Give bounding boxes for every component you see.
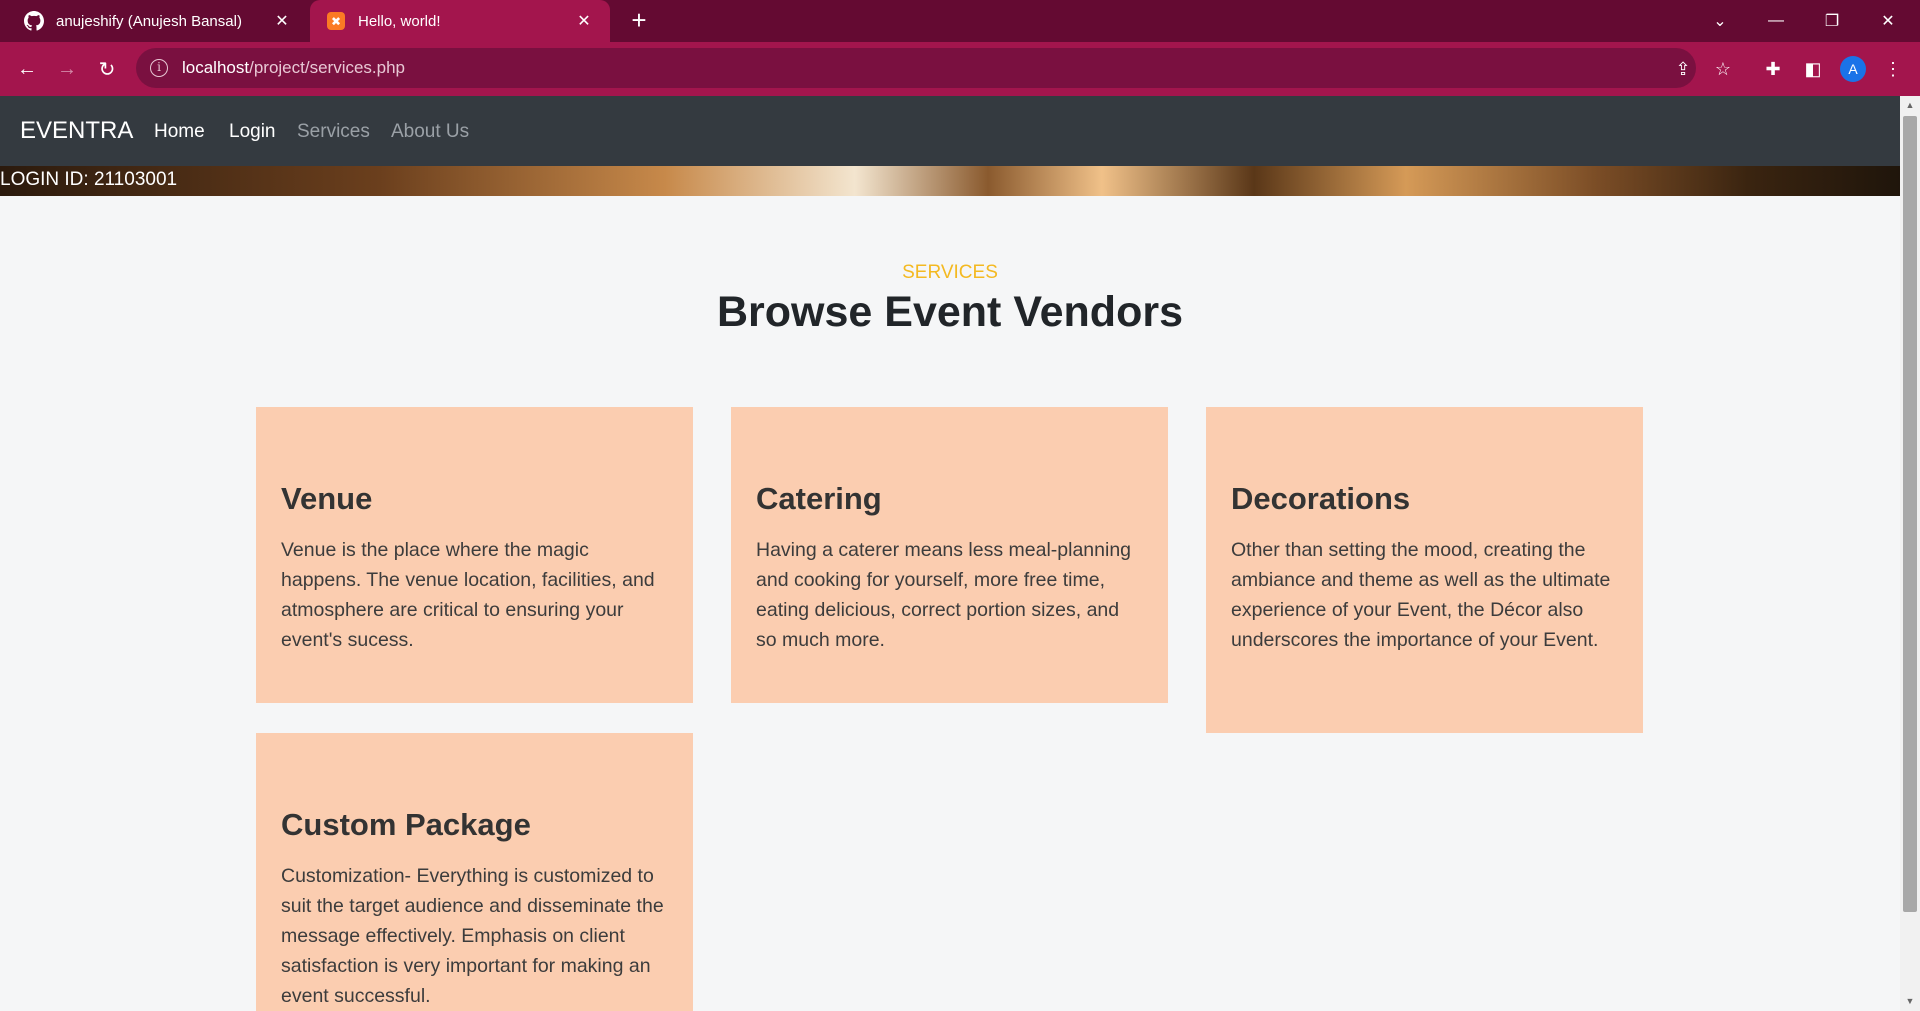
profile-avatar[interactable]: A	[1838, 54, 1868, 84]
nav-about-us[interactable]: About Us	[391, 121, 469, 143]
scroll-up-arrow-icon[interactable]: ▲	[1903, 98, 1917, 112]
new-tab-button[interactable]: +	[625, 7, 653, 35]
card-text: Customization- Everything is customized …	[281, 865, 664, 1007]
service-card-venue[interactable]: Venue Venue is the place where the magic…	[256, 407, 693, 703]
tab-title: anujeshify (Anujesh Bansal)	[56, 12, 242, 30]
card-text: Having a caterer means less meal-plannin…	[756, 539, 1132, 651]
side-panel-icon[interactable]: ◧	[1798, 54, 1828, 84]
site-navbar: EVENTRA Home Login Services About Us	[0, 96, 1900, 166]
card-text: Other than setting the mood, creating th…	[1231, 539, 1611, 651]
url-host: localhost	[182, 58, 250, 77]
back-arrow-icon[interactable]: ←	[12, 54, 42, 84]
service-card-catering[interactable]: Catering Having a caterer means less mea…	[731, 407, 1168, 703]
page-title: Browse Event Vendors	[717, 288, 1183, 336]
browser-menu-icon[interactable]: ⋮	[1878, 54, 1908, 84]
card-title: Custom Package	[281, 807, 531, 842]
card-title: Venue	[281, 481, 373, 516]
site-info-icon[interactable]: i	[150, 59, 168, 77]
bookmark-star-icon[interactable]: ☆	[1708, 54, 1738, 84]
profile-initial: A	[1840, 56, 1866, 82]
restore-button[interactable]: ❐	[1804, 0, 1860, 42]
extensions-puzzle-icon[interactable]: ✚	[1758, 54, 1788, 84]
close-tab-icon[interactable]: ✕	[272, 11, 292, 31]
reload-icon[interactable]: ↻	[92, 54, 122, 84]
card-title: Catering	[756, 481, 882, 516]
close-window-button[interactable]: ✕	[1860, 0, 1916, 42]
nav-login[interactable]: Login	[229, 121, 276, 143]
service-card-custom-package[interactable]: Custom Package Customization- Everything…	[256, 733, 693, 1011]
scroll-down-arrow-icon[interactable]: ▼	[1903, 994, 1917, 1008]
hero-banner-strip: LOGIN ID: 21103001	[0, 166, 1900, 196]
url-path: /project/services.php	[249, 58, 406, 77]
browser-tab-hello-world[interactable]: ✖ Hello, world! ✕	[310, 0, 610, 42]
close-tab-icon[interactable]: ✕	[574, 11, 594, 31]
section-eyebrow: SERVICES	[902, 262, 998, 283]
tab-title: Hello, world!	[358, 12, 441, 30]
address-bar[interactable]: i localhost/project/services.php	[136, 48, 1696, 88]
xampp-icon: ✖	[326, 11, 346, 31]
svg-text:✖: ✖	[331, 15, 341, 29]
card-title: Decorations	[1231, 481, 1411, 516]
minimize-button[interactable]: —	[1748, 0, 1804, 42]
service-card-decorations[interactable]: Decorations Other than setting the mood,…	[1206, 407, 1643, 733]
card-text: Venue is the place where the magic happe…	[281, 539, 655, 651]
page-scrollbar-thumb[interactable]	[1903, 116, 1917, 912]
github-icon	[24, 11, 44, 31]
nav-services[interactable]: Services	[297, 121, 370, 143]
forward-arrow-icon[interactable]: →	[52, 54, 82, 84]
browser-tab-strip: anujeshify (Anujesh Bansal) ✕ ✖ Hello, w…	[0, 0, 1920, 42]
login-id-text: LOGIN ID: 21103001	[0, 169, 178, 190]
share-icon[interactable]: ⇪	[1668, 54, 1698, 84]
browser-toolbar: ← → ↻ i localhost/project/services.php ⇪…	[0, 42, 1920, 96]
browser-tab-github[interactable]: anujeshify (Anujesh Bansal) ✕	[8, 0, 308, 42]
nav-home[interactable]: Home	[154, 121, 205, 143]
brand-logo[interactable]: EVENTRA	[20, 117, 133, 145]
tab-search-chevron-icon[interactable]: ⌄	[1692, 0, 1748, 42]
